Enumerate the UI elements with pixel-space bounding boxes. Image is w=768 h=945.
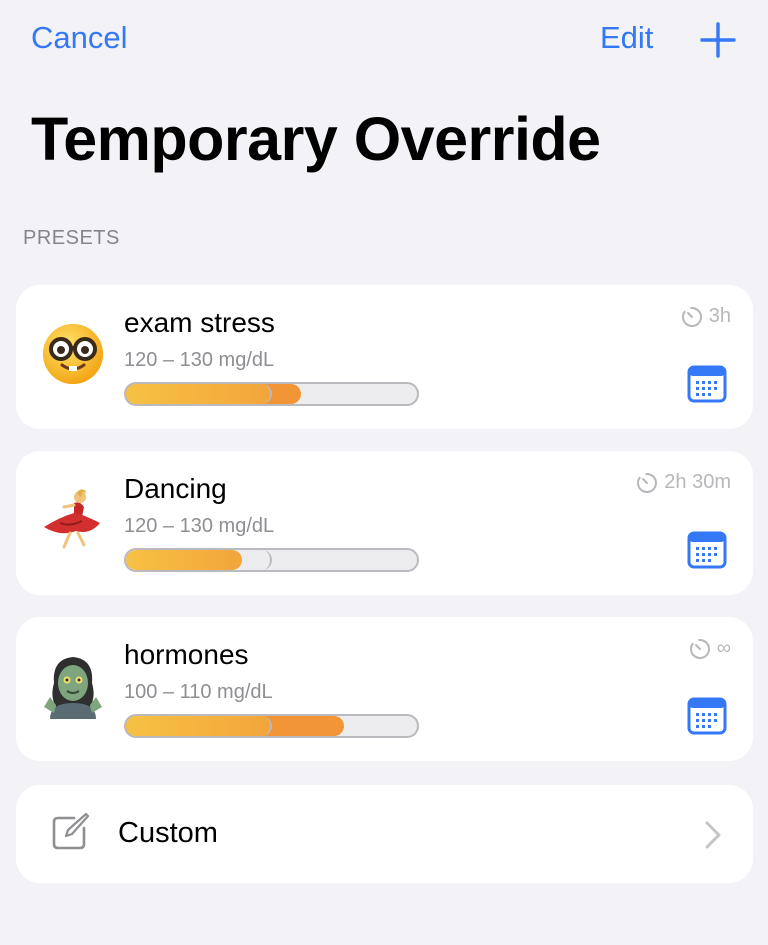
- chevron-right-icon: [705, 821, 721, 849]
- navigation-bar: Cancel Edit: [0, 0, 768, 80]
- preset-range: 120 – 130 mg/dL: [124, 515, 275, 537]
- preset-duration: 2h 30m: [636, 471, 731, 494]
- timer-icon: [637, 472, 658, 493]
- preset-name: hormones: [124, 639, 249, 670]
- target-range-edge: [126, 550, 272, 570]
- edit-button[interactable]: Edit: [600, 20, 653, 56]
- preset-name: exam stress: [124, 307, 275, 338]
- custom-label: Custom: [118, 817, 218, 849]
- custom-override-row[interactable]: Custom: [16, 785, 753, 883]
- duration-label: ∞: [716, 637, 731, 659]
- preset-card-dancing[interactable]: Dancing 120 – 130 mg/dL 2h 30m: [16, 451, 753, 595]
- duration-label: 2h 30m: [664, 471, 731, 493]
- timer-icon: [689, 638, 710, 659]
- preset-name: Dancing: [124, 473, 227, 504]
- target-range-edge: [126, 716, 272, 736]
- target-range-edge: [126, 384, 272, 404]
- preset-card-exam-stress[interactable]: exam stress 120 – 130 mg/dL 3h: [16, 285, 753, 429]
- preset-duration: ∞: [689, 637, 731, 660]
- glucose-range-bar: [124, 382, 419, 406]
- page-title: Temporary Override: [31, 105, 601, 173]
- calendar-icon[interactable]: [687, 365, 727, 403]
- preset-duration: 3h: [681, 305, 731, 328]
- cancel-button[interactable]: Cancel: [31, 20, 128, 56]
- zombie-emoji-icon: [44, 657, 102, 719]
- glucose-range-bar: [124, 548, 419, 572]
- plus-icon[interactable]: [700, 22, 736, 58]
- woman-dancing-emoji-icon: [44, 489, 100, 549]
- timer-icon: [681, 306, 702, 327]
- preset-card-hormones[interactable]: hormones 100 – 110 mg/dL ∞: [16, 617, 753, 761]
- nerd-face-emoji-icon: [43, 324, 103, 384]
- preset-range: 100 – 110 mg/dL: [124, 681, 273, 703]
- calendar-icon[interactable]: [687, 697, 727, 735]
- duration-label: 3h: [708, 305, 731, 327]
- section-header-presets: PRESETS: [23, 227, 120, 249]
- calendar-icon[interactable]: [687, 531, 727, 569]
- preset-range: 120 – 130 mg/dL: [124, 349, 275, 371]
- square-pencil-icon: [52, 812, 90, 850]
- glucose-range-bar: [124, 714, 419, 738]
